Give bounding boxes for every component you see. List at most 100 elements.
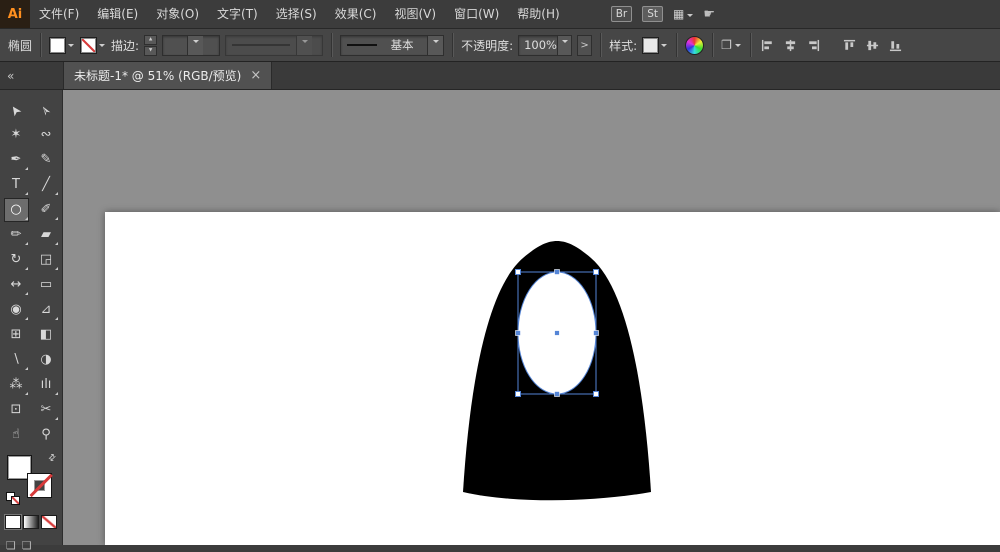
curvature-tool[interactable]: ✎ bbox=[34, 148, 59, 172]
recolor-artwork-icon[interactable] bbox=[685, 36, 704, 55]
perspective-grid-tool[interactable]: ⊿ bbox=[34, 298, 59, 322]
collapse-panel-icon[interactable]: « bbox=[7, 69, 14, 83]
width-profile-select[interactable] bbox=[225, 35, 323, 56]
stepper-down-icon[interactable]: ▼ bbox=[144, 46, 157, 56]
fill-color-control[interactable] bbox=[49, 37, 75, 54]
menu-item-select[interactable]: 选择(S) bbox=[267, 0, 326, 28]
selection-handle-ne[interactable] bbox=[594, 270, 599, 275]
workspace-grid-icon: ▦ bbox=[673, 7, 684, 21]
selection-handle-nw[interactable] bbox=[516, 270, 521, 275]
free-transform-tool[interactable]: ▭ bbox=[34, 273, 59, 297]
rotate-tool[interactable]: ↻ bbox=[4, 248, 29, 272]
eyedropper-tool[interactable]: ∖ bbox=[4, 348, 29, 372]
pencil-tool[interactable]: ✏ bbox=[4, 223, 29, 247]
dropdown-caret-icon[interactable] bbox=[187, 36, 203, 55]
separator bbox=[40, 33, 41, 57]
screen-mode-icon[interactable]: ❏ bbox=[22, 539, 32, 552]
selection-anchor-left[interactable] bbox=[516, 331, 521, 336]
width-tool[interactable]: ↔ bbox=[4, 273, 29, 297]
brush-definition-select[interactable]: 基本 bbox=[340, 35, 444, 56]
gradient-tool[interactable]: ◧ bbox=[34, 323, 59, 347]
dropdown-caret-icon[interactable] bbox=[296, 36, 312, 55]
magic-wand-tool[interactable]: ✶ bbox=[4, 123, 29, 147]
swap-fill-stroke-icon[interactable]: ⇄ bbox=[47, 452, 59, 464]
line-segment-tool[interactable]: ╱ bbox=[34, 173, 59, 197]
dropdown-caret-icon[interactable] bbox=[557, 36, 571, 55]
selection-handle-se[interactable] bbox=[594, 392, 599, 397]
stroke-none-swatch[interactable] bbox=[80, 37, 97, 54]
opacity-select[interactable]: 100% bbox=[518, 35, 572, 56]
fill-swatch[interactable] bbox=[49, 37, 66, 54]
mesh-tool[interactable]: ⊞ bbox=[4, 323, 29, 347]
draw-mode-icon[interactable]: ❏ bbox=[6, 539, 16, 552]
menu-item-view[interactable]: 视图(V) bbox=[385, 0, 445, 28]
selection-handle-sw[interactable] bbox=[516, 392, 521, 397]
dropdown-caret-icon[interactable] bbox=[427, 36, 443, 55]
pointer-hand-icon[interactable]: ☛ bbox=[703, 7, 715, 22]
stroke-weight-stepper[interactable]: ▲ ▼ bbox=[144, 35, 157, 56]
type-tool[interactable]: T bbox=[4, 173, 29, 197]
align-horizontal-right-button[interactable] bbox=[805, 35, 823, 55]
gradient-button[interactable] bbox=[23, 515, 39, 529]
selection-anchor-top[interactable] bbox=[555, 270, 560, 275]
menu-item-type[interactable]: 文字(T) bbox=[208, 0, 267, 28]
column-graph-tool[interactable]: ılı bbox=[34, 373, 59, 397]
main-area: ➤ ➢ ✶ ∾ ✒ ✎ T ╱ ○ ✐ ✏ ▰ ↻ ◲ ↔ ▭ ◉ ⊿ ⊞ ◧ bbox=[0, 90, 1000, 545]
color-button[interactable] bbox=[5, 515, 21, 529]
hand-tool[interactable]: ☝ bbox=[4, 423, 29, 447]
menu-item-help[interactable]: 帮助(H) bbox=[508, 0, 568, 28]
align-vertical-top-button[interactable] bbox=[841, 35, 859, 55]
workspace-switcher[interactable]: ▦ bbox=[673, 7, 693, 21]
stepper-up-icon[interactable]: ▲ bbox=[144, 35, 157, 45]
align-vertical-center-button[interactable] bbox=[864, 35, 882, 55]
selection-anchor-bottom[interactable] bbox=[555, 392, 560, 397]
shape-builder-tool[interactable]: ◉ bbox=[4, 298, 29, 322]
stroke-color-swatch[interactable] bbox=[27, 473, 52, 498]
align-vertical-bottom-button[interactable] bbox=[887, 35, 905, 55]
menu-item-file[interactable]: 文件(F) bbox=[30, 0, 88, 28]
close-tab-icon[interactable]: × bbox=[250, 69, 261, 82]
symbol-sprayer-tool[interactable]: ⁂ bbox=[4, 373, 29, 397]
style-select[interactable] bbox=[642, 37, 668, 54]
document-options[interactable]: ❐ bbox=[721, 38, 742, 52]
menu-item-effect[interactable]: 效果(C) bbox=[326, 0, 386, 28]
align-horizontal-center-button[interactable] bbox=[782, 35, 800, 55]
align-horizontal-right-icon bbox=[807, 39, 820, 52]
scale-tool[interactable]: ◲ bbox=[34, 248, 59, 272]
tools-grid: ➤ ➢ ✶ ∾ ✒ ✎ T ╱ ○ ✐ ✏ ▰ ↻ ◲ ↔ ▭ ◉ ⊿ ⊞ ◧ bbox=[0, 90, 62, 447]
none-button[interactable] bbox=[41, 515, 57, 529]
eraser-tool[interactable]: ▰ bbox=[34, 223, 59, 247]
slice-tool[interactable]: ✂ bbox=[34, 398, 59, 422]
menu-item-edit[interactable]: 编辑(E) bbox=[88, 0, 147, 28]
ellipse-tool[interactable]: ○ bbox=[4, 198, 29, 222]
align-vertical-top-icon bbox=[843, 39, 856, 52]
document-tab[interactable]: 未标题-1* @ 51% (RGB/预览) × bbox=[63, 62, 272, 89]
paintbrush-tool[interactable]: ✐ bbox=[34, 198, 59, 222]
canvas[interactable] bbox=[63, 90, 1000, 545]
selection-tool[interactable]: ➤ bbox=[4, 98, 29, 122]
artboard-tool[interactable]: ⊡ bbox=[4, 398, 29, 422]
lasso-tool[interactable]: ∾ bbox=[34, 123, 59, 147]
align-vertical-bottom-icon bbox=[889, 39, 902, 52]
align-horizontal-left-button[interactable] bbox=[759, 35, 777, 55]
stroke-weight-select[interactable] bbox=[162, 35, 220, 56]
stock-button[interactable]: St bbox=[642, 6, 663, 22]
lasso-tool-icon: ∾ bbox=[34, 123, 59, 147]
align-vertical-center-icon bbox=[866, 39, 879, 52]
zoom-tool[interactable]: ⚲ bbox=[34, 423, 59, 447]
direct-selection-tool[interactable]: ➢ bbox=[34, 98, 59, 122]
menu-item-window[interactable]: 窗口(W) bbox=[445, 0, 508, 28]
selection-anchor-right[interactable] bbox=[594, 331, 599, 336]
selection-center-point[interactable] bbox=[555, 331, 560, 336]
opacity-panel-button[interactable]: > bbox=[577, 35, 592, 56]
menu-item-object[interactable]: 对象(O) bbox=[147, 0, 208, 28]
pen-tool[interactable]: ✒ bbox=[4, 148, 29, 172]
bridge-button[interactable]: Br bbox=[611, 6, 633, 22]
menu-bar: Ai 文件(F) 编辑(E) 对象(O) 文字(T) 选择(S) 效果(C) 视… bbox=[0, 0, 1000, 29]
stroke-color-control[interactable] bbox=[80, 37, 106, 54]
stroke-label: 描边: bbox=[111, 37, 139, 54]
style-swatch[interactable] bbox=[642, 37, 659, 54]
default-fill-stroke-icon[interactable] bbox=[6, 492, 20, 504]
artboard[interactable] bbox=[105, 212, 1000, 545]
blend-tool[interactable]: ◑ bbox=[34, 348, 59, 372]
